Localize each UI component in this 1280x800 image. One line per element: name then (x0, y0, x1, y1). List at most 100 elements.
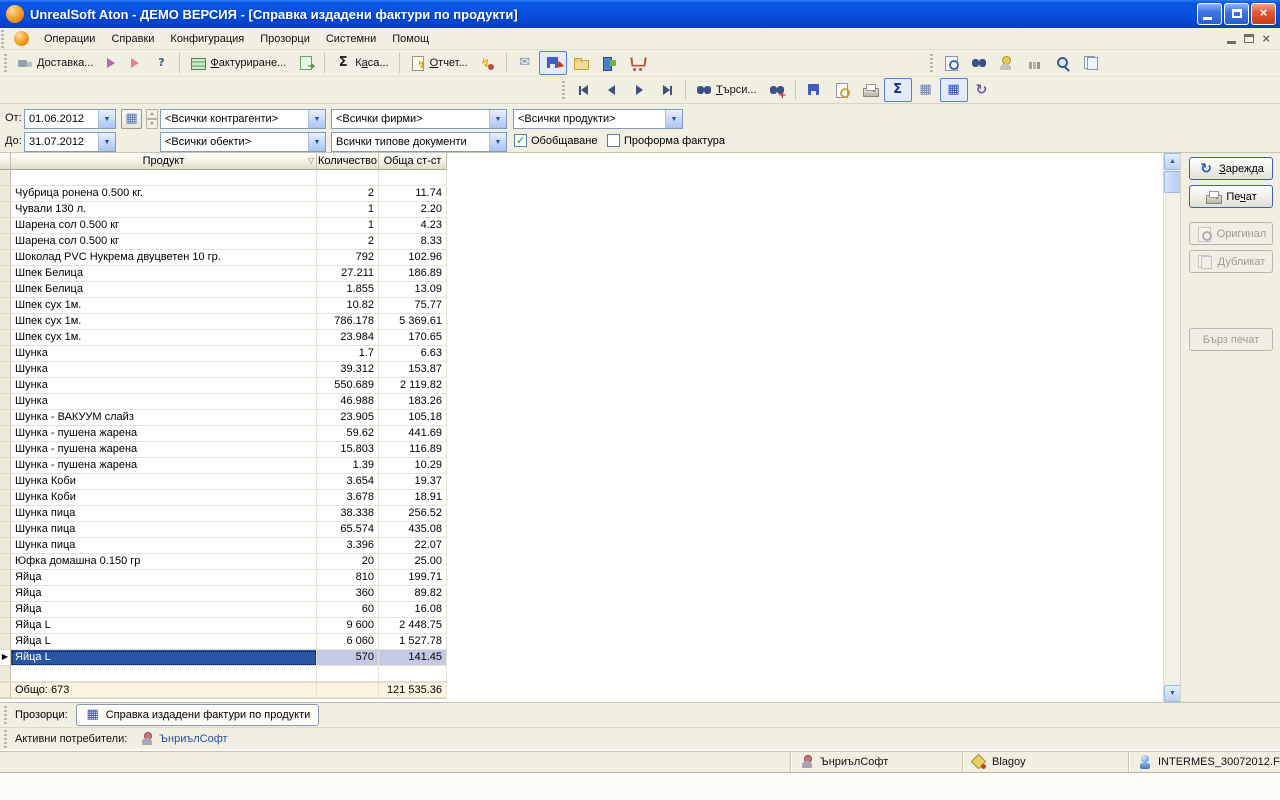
chevron-down-icon[interactable]: ▼ (489, 133, 506, 151)
column-header-product[interactable]: Продукт ▽ (11, 153, 317, 170)
prev-record-button[interactable] (597, 78, 625, 102)
menu-reports[interactable]: Справки (103, 30, 162, 48)
table-row[interactable]: Шунка - пушена жарена1.3910.29 (0, 458, 447, 474)
invoicing-button[interactable]: Фактуриране... (184, 51, 292, 75)
table-row[interactable]: Яйца L6 0601 527.78 (0, 634, 447, 650)
to-date-combo[interactable]: 31.07.2012 ▼ (24, 132, 116, 152)
menu-help[interactable]: Помощ (384, 30, 437, 48)
delivery-button[interactable]: Доставка... (11, 51, 99, 75)
table-row[interactable]: Юфка домашна 0.150 гр2025.00 (0, 554, 447, 570)
open-folder-button[interactable] (567, 51, 595, 75)
toolbar-grip[interactable] (4, 730, 7, 748)
menu-windows[interactable]: Прозорци (252, 30, 318, 48)
toolbar-grip[interactable] (562, 81, 565, 99)
menu-operations[interactable]: Операции (36, 30, 103, 48)
duplicate-button[interactable]: Дубликат (1189, 250, 1273, 273)
summary-toggle-button[interactable]: Σ (884, 78, 912, 102)
column-header-total[interactable]: Обща ст-ст (379, 153, 447, 170)
calendar-button[interactable]: ▦ (121, 109, 142, 129)
toolbar-grip[interactable] (930, 54, 933, 72)
find-invoices-button[interactable] (965, 51, 993, 75)
table-row[interactable]: Шунка пица3.39622.07 (0, 538, 447, 554)
close-button[interactable]: × (1251, 3, 1276, 25)
save-button[interactable] (800, 78, 828, 102)
report-button[interactable]: Отчет... (404, 51, 474, 75)
print-preview-button[interactable] (828, 78, 856, 102)
zoom-view-button[interactable] (1049, 51, 1077, 75)
chevron-down-icon[interactable]: ▼ (308, 110, 325, 128)
load-button[interactable]: ↻ Зарежда (1189, 157, 1273, 180)
table-row[interactable]: Шпек Белица27.211186.89 (0, 266, 447, 282)
menu-configuration[interactable]: Конфигурация (162, 30, 252, 48)
find-client-button[interactable] (993, 51, 1021, 75)
chevron-down-icon[interactable]: ▼ (489, 110, 506, 128)
scroll-down-button[interactable]: ▼ (1164, 685, 1181, 702)
first-record-button[interactable] (569, 78, 597, 102)
table-row[interactable]: ▶Яйца L570141.45 (0, 650, 447, 666)
search-button[interactable]: Търси... (690, 78, 763, 102)
original-button[interactable]: Оригинал (1189, 222, 1273, 245)
save-session-button[interactable] (539, 51, 567, 75)
mdi-close-button[interactable]: × (1262, 34, 1270, 44)
search-add-button[interactable]: + (763, 78, 791, 102)
products-combo[interactable]: <Всички продукти> ▼ (513, 109, 683, 129)
card-button[interactable]: ✉ (511, 51, 539, 75)
from-date-combo[interactable]: 01.06.2012 ▼ (24, 109, 116, 129)
user-actions-button[interactable] (474, 51, 502, 75)
table-row[interactable]: Чубрица ронена 0.500 кг.211.74 (0, 186, 447, 202)
table-view-button[interactable]: ▦ (940, 78, 968, 102)
chevron-down-icon[interactable]: ▼ (98, 133, 115, 151)
table-row[interactable]: Шпек Белица1.85513.09 (0, 282, 447, 298)
scrollbar-thumb[interactable] (1164, 171, 1181, 193)
chevron-down-icon[interactable]: ▼ (308, 133, 325, 151)
document-inquiry-button[interactable]: ? (147, 51, 175, 75)
minimize-button[interactable] (1197, 3, 1222, 25)
menu-system[interactable]: Системни (318, 30, 384, 48)
table-row[interactable]: Шарена сол 0.500 кг28.33 (0, 234, 447, 250)
companies-combo[interactable]: <Всички фирми> ▼ (331, 109, 507, 129)
window-tab-report[interactable]: ▦ Справка издадени фактури по продукти (76, 704, 320, 726)
last-record-button[interactable] (653, 78, 681, 102)
next-record-button[interactable] (625, 78, 653, 102)
quick-print-button[interactable]: Бърз печат (1189, 328, 1273, 351)
date-spinner[interactable]: ▲▼ (146, 109, 158, 129)
table-row[interactable]: Шунка - пушена жарена15.803116.89 (0, 442, 447, 458)
table-row[interactable]: Яйца L9 6002 448.75 (0, 618, 447, 634)
print-button[interactable] (856, 78, 884, 102)
table-row[interactable]: Шунка Коби3.65419.37 (0, 474, 447, 490)
mdi-restore-button[interactable] (1244, 34, 1254, 43)
table-row[interactable]: Шоколад PVC Нукрема двуцветен 10 гр.7921… (0, 250, 447, 266)
table-row[interactable]: Яйца36089.82 (0, 586, 447, 602)
mdi-minimize-button[interactable] (1227, 41, 1236, 44)
table-row[interactable]: Шарена сол 0.500 кг14.23 (0, 218, 447, 234)
contractors-combo[interactable]: <Всички контрагенти> ▼ (160, 109, 326, 129)
table-row[interactable]: Шунка1.76.63 (0, 346, 447, 362)
table-row[interactable]: Шпек сух 1м.10.8275.77 (0, 298, 447, 314)
filter-icon[interactable]: ▽ (308, 157, 314, 165)
table-row[interactable]: Шунка пица38.338256.52 (0, 506, 447, 522)
table-row[interactable]: Шунка46.988183.26 (0, 394, 447, 410)
column-header-quantity[interactable]: Количество (317, 153, 379, 170)
table-row[interactable] (0, 170, 447, 186)
preview-document-button[interactable] (937, 51, 965, 75)
transfer-out-button[interactable] (99, 51, 123, 75)
table-row[interactable]: Шунка39.312153.87 (0, 362, 447, 378)
scroll-up-button[interactable]: ▲ (1164, 153, 1181, 170)
table-row[interactable] (0, 666, 447, 682)
table-row[interactable]: Шпек сух 1м.23.984170.65 (0, 330, 447, 346)
chevron-down-icon[interactable]: ▼ (98, 110, 115, 128)
active-user-item[interactable]: ЪнриълСофт (139, 731, 227, 747)
cart-button[interactable] (623, 51, 651, 75)
table-row[interactable]: Яйца810199.71 (0, 570, 447, 586)
table-row[interactable]: Шпек сух 1м.786.1785 369.61 (0, 314, 447, 330)
objects-combo[interactable]: <Всички обекти> ▼ (160, 132, 326, 152)
summarize-checkbox[interactable]: ✓ Обобщаване (514, 134, 597, 147)
statistics-button[interactable] (1021, 51, 1049, 75)
cash-button[interactable]: Σ Каса... (329, 51, 394, 75)
exit-button[interactable] (595, 51, 623, 75)
transfer-in-button[interactable] (123, 51, 147, 75)
chevron-down-icon[interactable]: ▼ (665, 110, 682, 128)
restore-button[interactable] (1224, 3, 1249, 25)
toolbar-grip[interactable] (4, 54, 7, 72)
table-row[interactable]: Шунка550.6892 119.82 (0, 378, 447, 394)
